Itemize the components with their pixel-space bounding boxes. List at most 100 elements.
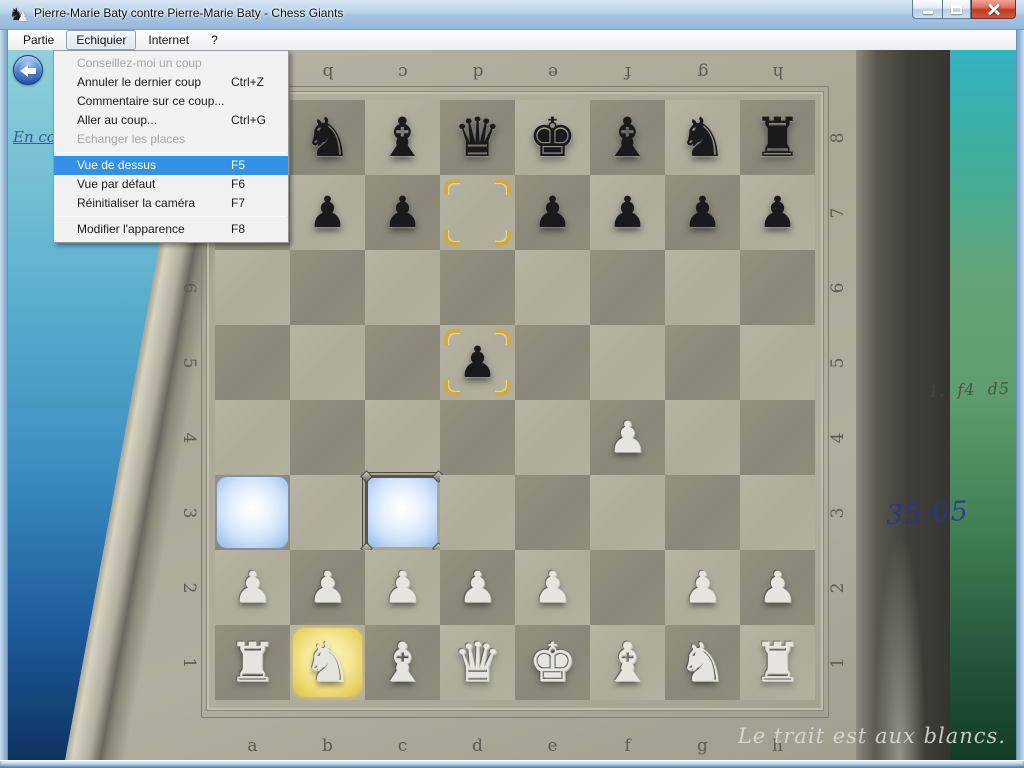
white-bishop-f1[interactable]: ♝ bbox=[590, 625, 665, 700]
square-c8[interactable]: ♝ bbox=[365, 100, 440, 175]
square-d5[interactable]: ♟ bbox=[440, 325, 515, 400]
square-d3[interactable] bbox=[440, 475, 515, 550]
menu-item-modifier-l-apparence[interactable]: Modifier l'apparenceF8 bbox=[54, 220, 288, 239]
square-c6[interactable] bbox=[365, 250, 440, 325]
white-rook-a1[interactable]: ♜ bbox=[215, 625, 290, 700]
white-knight-g1[interactable]: ♞ bbox=[665, 625, 740, 700]
white-pawn-g2[interactable]: ♟ bbox=[665, 550, 740, 625]
square-c5[interactable] bbox=[365, 325, 440, 400]
square-c3[interactable] bbox=[365, 475, 440, 550]
square-h6[interactable] bbox=[740, 250, 815, 325]
black-queen-d8[interactable]: ♛ bbox=[440, 100, 515, 175]
square-a1[interactable]: ♜ bbox=[215, 625, 290, 700]
menubar-item-internet[interactable]: Internet bbox=[138, 30, 199, 50]
black-pawn-f7[interactable]: ♟ bbox=[590, 175, 665, 250]
square-h2[interactable]: ♟ bbox=[740, 550, 815, 625]
square-b8[interactable]: ♞ bbox=[290, 100, 365, 175]
square-a4[interactable] bbox=[215, 400, 290, 475]
white-pawn-e2[interactable]: ♟ bbox=[515, 550, 590, 625]
square-d7[interactable] bbox=[440, 175, 515, 250]
square-b7[interactable]: ♟ bbox=[290, 175, 365, 250]
square-a6[interactable] bbox=[215, 250, 290, 325]
square-b5[interactable] bbox=[290, 325, 365, 400]
square-e2[interactable]: ♟ bbox=[515, 550, 590, 625]
square-a5[interactable] bbox=[215, 325, 290, 400]
square-c4[interactable] bbox=[365, 400, 440, 475]
menu-item-commentaire-sur-ce-coup[interactable]: Commentaire sur ce coup... bbox=[54, 92, 288, 111]
square-h3[interactable] bbox=[740, 475, 815, 550]
menu-item-vue-par-d-faut[interactable]: Vue par défautF6 bbox=[54, 175, 288, 194]
white-pawn-a2[interactable]: ♟ bbox=[215, 550, 290, 625]
square-h7[interactable]: ♟ bbox=[740, 175, 815, 250]
maximize-button[interactable] bbox=[942, 0, 971, 19]
square-d1[interactable]: ♛ bbox=[440, 625, 515, 700]
black-bishop-f8[interactable]: ♝ bbox=[590, 100, 665, 175]
black-knight-g8[interactable]: ♞ bbox=[665, 100, 740, 175]
square-g7[interactable]: ♟ bbox=[665, 175, 740, 250]
white-pawn-b2[interactable]: ♟ bbox=[290, 550, 365, 625]
black-pawn-g7[interactable]: ♟ bbox=[665, 175, 740, 250]
square-d2[interactable]: ♟ bbox=[440, 550, 515, 625]
menu-item-r-initialiser-la-cam-ra[interactable]: Réinitialiser la caméraF7 bbox=[54, 194, 288, 213]
black-bishop-c8[interactable]: ♝ bbox=[365, 100, 440, 175]
square-g6[interactable] bbox=[665, 250, 740, 325]
square-f8[interactable]: ♝ bbox=[590, 100, 665, 175]
square-c7[interactable]: ♟ bbox=[365, 175, 440, 250]
square-h1[interactable]: ♜ bbox=[740, 625, 815, 700]
square-b6[interactable] bbox=[290, 250, 365, 325]
square-b4[interactable] bbox=[290, 400, 365, 475]
square-e8[interactable]: ♚ bbox=[515, 100, 590, 175]
menu-item-aller-au-coup[interactable]: Aller au coup...Ctrl+G bbox=[54, 111, 288, 130]
square-b3[interactable] bbox=[290, 475, 365, 550]
menu-item-annuler-le-dernier-coup[interactable]: Annuler le dernier coupCtrl+Z bbox=[54, 73, 288, 92]
square-b1[interactable]: ♞ bbox=[290, 625, 365, 700]
square-f4[interactable]: ♟ bbox=[590, 400, 665, 475]
square-e6[interactable] bbox=[515, 250, 590, 325]
square-e5[interactable] bbox=[515, 325, 590, 400]
menubar-item-echiquier[interactable]: Echiquier bbox=[66, 30, 136, 50]
square-f6[interactable] bbox=[590, 250, 665, 325]
square-c2[interactable]: ♟ bbox=[365, 550, 440, 625]
square-g2[interactable]: ♟ bbox=[665, 550, 740, 625]
square-d6[interactable] bbox=[440, 250, 515, 325]
square-g3[interactable] bbox=[665, 475, 740, 550]
square-h4[interactable] bbox=[740, 400, 815, 475]
white-king-e1[interactable]: ♚ bbox=[515, 625, 590, 700]
square-g4[interactable] bbox=[665, 400, 740, 475]
black-pawn-e7[interactable]: ♟ bbox=[515, 175, 590, 250]
white-queen-d1[interactable]: ♛ bbox=[440, 625, 515, 700]
title-bar[interactable]: ♞ ♟ Pierre-Marie Baty contre Pierre-Mari… bbox=[0, 0, 1024, 30]
square-a3[interactable] bbox=[215, 475, 290, 550]
back-button[interactable] bbox=[13, 55, 43, 85]
minimize-button[interactable] bbox=[912, 0, 942, 19]
square-e3[interactable] bbox=[515, 475, 590, 550]
square-e4[interactable] bbox=[515, 400, 590, 475]
white-pawn-c2[interactable]: ♟ bbox=[365, 550, 440, 625]
black-pawn-h7[interactable]: ♟ bbox=[740, 175, 815, 250]
square-f3[interactable] bbox=[590, 475, 665, 550]
square-f1[interactable]: ♝ bbox=[590, 625, 665, 700]
square-c1[interactable]: ♝ bbox=[365, 625, 440, 700]
square-d8[interactable]: ♛ bbox=[440, 100, 515, 175]
white-rook-h1[interactable]: ♜ bbox=[740, 625, 815, 700]
square-h8[interactable]: ♜ bbox=[740, 100, 815, 175]
black-pawn-c7[interactable]: ♟ bbox=[365, 175, 440, 250]
white-pawn-f4[interactable]: ♟ bbox=[590, 400, 665, 475]
square-h5[interactable] bbox=[740, 325, 815, 400]
menubar-item-partie[interactable]: Partie bbox=[13, 30, 64, 50]
close-button[interactable] bbox=[971, 0, 1016, 19]
square-e1[interactable]: ♚ bbox=[515, 625, 590, 700]
square-f7[interactable]: ♟ bbox=[590, 175, 665, 250]
black-pawn-b7[interactable]: ♟ bbox=[290, 175, 365, 250]
white-pawn-d2[interactable]: ♟ bbox=[440, 550, 515, 625]
black-pawn-d5[interactable]: ♟ bbox=[440, 325, 515, 400]
black-rook-h8[interactable]: ♜ bbox=[740, 100, 815, 175]
square-g8[interactable]: ♞ bbox=[665, 100, 740, 175]
square-d4[interactable] bbox=[440, 400, 515, 475]
square-f5[interactable] bbox=[590, 325, 665, 400]
square-a2[interactable]: ♟ bbox=[215, 550, 290, 625]
white-knight-b1[interactable]: ♞ bbox=[290, 625, 365, 700]
square-g1[interactable]: ♞ bbox=[665, 625, 740, 700]
white-bishop-c1[interactable]: ♝ bbox=[365, 625, 440, 700]
menubar-item-help[interactable]: ? bbox=[201, 30, 228, 50]
